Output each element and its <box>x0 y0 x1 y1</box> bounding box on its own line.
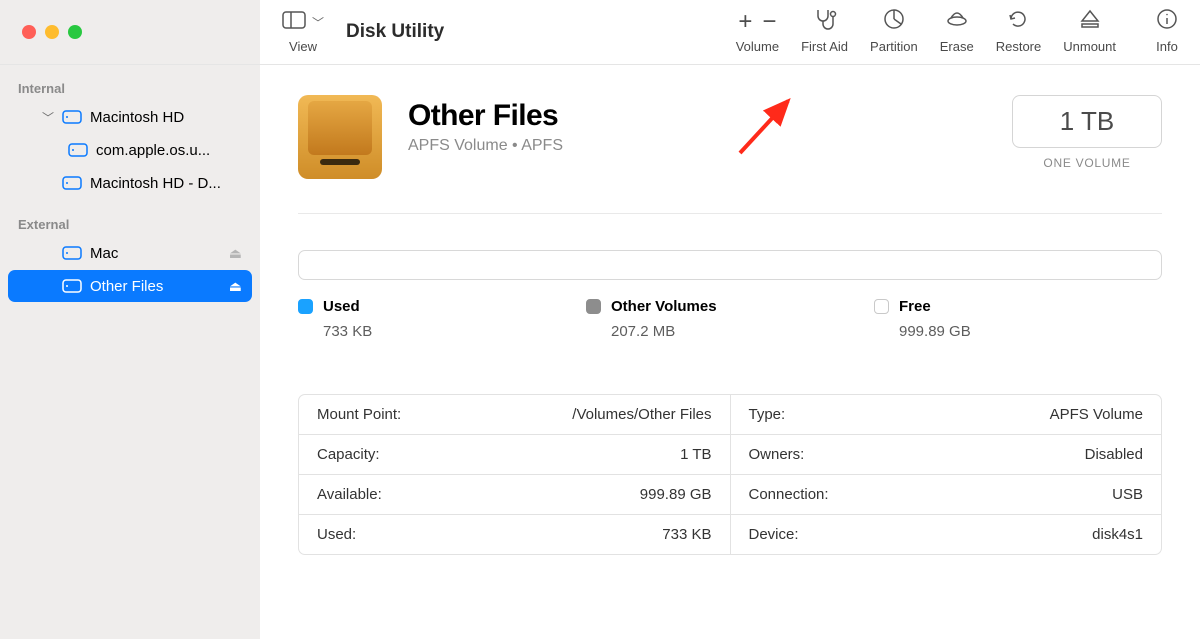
erase-icon <box>944 9 970 35</box>
usage-bar <box>298 250 1162 280</box>
app-title: Disk Utility <box>346 21 444 43</box>
capacity-sub: ONE VOLUME <box>1012 156 1162 170</box>
sidebar-item-other-files[interactable]: Other Files ⏏ <box>8 270 252 302</box>
partition-button[interactable]: Partition <box>870 0 918 64</box>
restore-label: Restore <box>996 39 1042 54</box>
capacity-value: 1 TB <box>1012 95 1162 148</box>
usage-legend: Used 733 KB Other Volumes 207.2 MB Free <box>298 298 1162 340</box>
info-row-owners: Owners: Disabled <box>731 435 1162 475</box>
legend-other-label: Other Volumes <box>611 298 717 315</box>
sidebar-item-com-apple-os[interactable]: com.apple.os.u... <box>8 134 252 166</box>
info-row-used: Used: 733 KB <box>299 515 730 554</box>
volume-label: Volume <box>736 39 779 54</box>
toolbar-sidebar-area <box>0 0 260 64</box>
toolbar-main-area: ﹀ View Disk Utility + − Volume <box>260 0 1200 64</box>
disk-utility-window: ﹀ View Disk Utility + − Volume <box>0 0 1200 639</box>
legend-free-value: 999.89 GB <box>899 323 1162 340</box>
swatch-free-icon <box>874 299 889 314</box>
eject-icon <box>1079 8 1101 36</box>
info-button[interactable]: Info <box>1156 0 1178 64</box>
minus-icon: − <box>762 8 776 36</box>
eject-icon[interactable]: ⏏ <box>229 245 242 262</box>
sidebar-item-label: Mac <box>90 245 221 262</box>
sidebar-item-label: Macintosh HD <box>90 109 242 126</box>
sidebar-item-label: Macintosh HD - D... <box>90 175 242 192</box>
sidebar-section-internal: Internal <box>0 77 260 100</box>
toolbar: ﹀ View Disk Utility + − Volume <box>0 0 1200 65</box>
window-minimize-button[interactable] <box>45 25 59 39</box>
window-zoom-button[interactable] <box>68 25 82 39</box>
info-label: Info <box>1156 39 1178 54</box>
view-button[interactable]: ﹀ View <box>282 0 324 64</box>
disk-icon <box>62 246 82 260</box>
volume-header: Other Files APFS Volume • APFS 1 TB ONE … <box>298 95 1162 214</box>
first-aid-button[interactable]: First Aid <box>801 0 848 64</box>
legend-free-label: Free <box>899 298 931 315</box>
volume-button[interactable]: + − Volume <box>736 0 779 64</box>
sidebar-item-mac[interactable]: Mac ⏏ <box>8 237 252 269</box>
sidebar-item-label: com.apple.os.u... <box>96 142 242 159</box>
body: Internal ﹀ Macintosh HD com.apple.os.u..… <box>0 65 1200 639</box>
disk-icon <box>62 176 82 190</box>
erase-button[interactable]: Erase <box>940 0 974 64</box>
sidebar-section-external: External <box>0 213 260 236</box>
stethoscope-icon <box>813 8 837 36</box>
capacity-badge: 1 TB ONE VOLUME <box>1012 95 1162 170</box>
restore-icon <box>1007 8 1029 36</box>
eject-icon[interactable]: ⏏ <box>229 278 242 295</box>
chevron-down-icon: ﹀ <box>42 109 54 126</box>
info-row-device: Device: disk4s1 <box>731 515 1162 554</box>
disk-icon <box>62 110 82 124</box>
volume-title: Other Files <box>408 99 986 133</box>
sidebar: Internal ﹀ Macintosh HD com.apple.os.u..… <box>0 65 260 639</box>
legend-used-value: 733 KB <box>323 323 586 340</box>
sidebar-icon <box>282 9 306 35</box>
main-content: Other Files APFS Volume • APFS 1 TB ONE … <box>260 65 1200 639</box>
restore-button[interactable]: Restore <box>996 0 1042 64</box>
external-disk-icon <box>298 95 382 179</box>
info-table: Mount Point: /Volumes/Other Files Capaci… <box>298 394 1162 555</box>
info-row-connection: Connection: USB <box>731 475 1162 515</box>
erase-label: Erase <box>940 39 974 54</box>
volume-subtitle: APFS Volume • APFS <box>408 137 986 155</box>
swatch-used-icon <box>298 299 313 314</box>
window-close-button[interactable] <box>22 25 36 39</box>
info-row-mount-point: Mount Point: /Volumes/Other Files <box>299 395 730 435</box>
disk-icon <box>68 143 88 157</box>
chevron-down-icon: ﹀ <box>312 14 324 31</box>
unmount-label: Unmount <box>1063 39 1116 54</box>
info-row-capacity: Capacity: 1 TB <box>299 435 730 475</box>
legend-other-value: 207.2 MB <box>611 323 874 340</box>
legend-used-label: Used <box>323 298 360 315</box>
disk-icon <box>62 279 82 293</box>
unmount-button[interactable]: Unmount <box>1063 0 1116 64</box>
window-controls <box>0 25 82 39</box>
sidebar-item-macintosh-hd[interactable]: ﹀ Macintosh HD <box>8 101 252 133</box>
info-row-available: Available: 999.89 GB <box>299 475 730 515</box>
partition-label: Partition <box>870 39 918 54</box>
plus-icon: + <box>738 8 752 36</box>
sidebar-item-label: Other Files <box>90 278 221 295</box>
pie-icon <box>883 8 905 36</box>
sidebar-item-macintosh-hd-data[interactable]: Macintosh HD - D... <box>8 167 252 199</box>
info-row-type: Type: APFS Volume <box>731 395 1162 435</box>
view-label: View <box>289 39 317 54</box>
first-aid-label: First Aid <box>801 39 848 54</box>
swatch-other-icon <box>586 299 601 314</box>
info-icon <box>1156 8 1178 36</box>
